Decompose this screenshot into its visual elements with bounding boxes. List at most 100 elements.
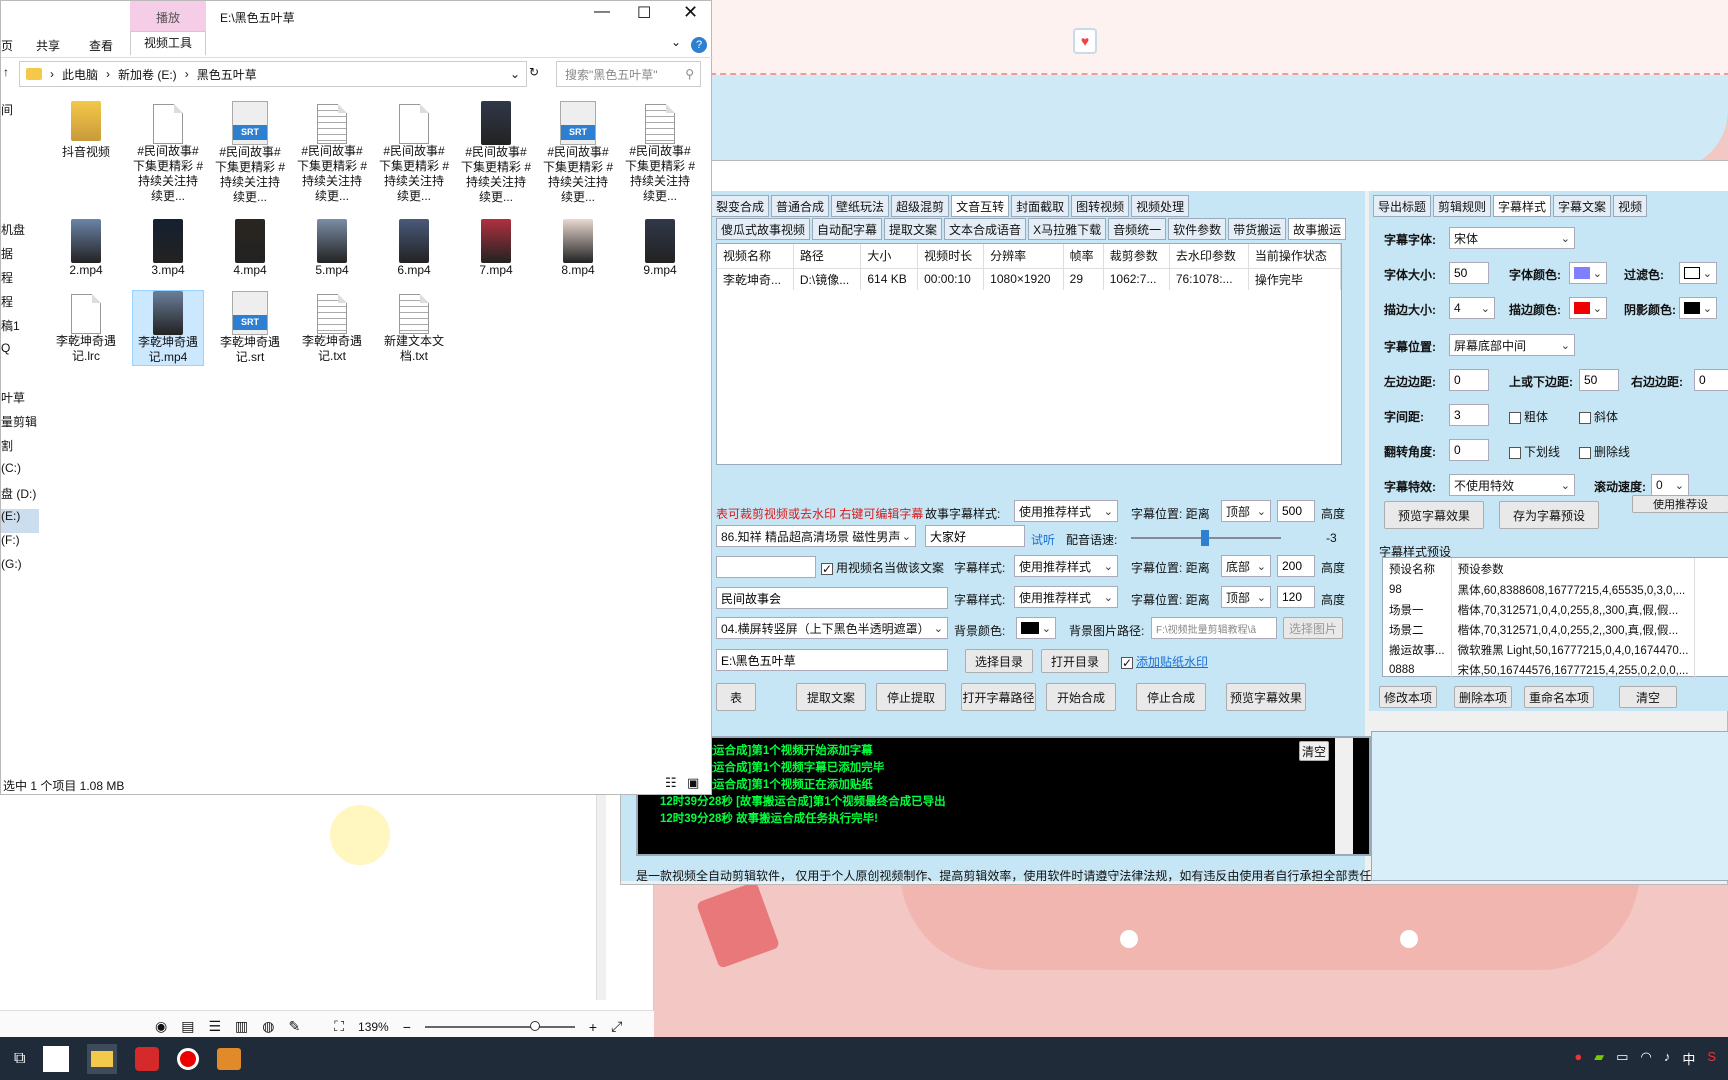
- nav-item[interactable]: 量剪辑: [1, 413, 39, 437]
- nav-item[interactable]: [1, 365, 39, 389]
- size-input[interactable]: [1449, 262, 1489, 284]
- file-item[interactable]: #民间故事#下集更精彩 #持续关注持续更...: [379, 101, 449, 204]
- edit-icon[interactable]: ✎: [288, 1018, 300, 1035]
- breadcrumb-folder[interactable]: 黑色五叶草: [197, 66, 257, 83]
- try-listen-link[interactable]: 试听: [1031, 531, 1055, 548]
- save-preset-button[interactable]: 存为字幕预设: [1499, 501, 1599, 529]
- nav-item[interactable]: 据: [1, 245, 39, 269]
- style-tab-2[interactable]: 字幕样式: [1493, 195, 1552, 217]
- voice-text-input[interactable]: [925, 525, 1025, 547]
- pos-input-1[interactable]: [1277, 500, 1315, 522]
- pos-input-3[interactable]: [1277, 586, 1315, 608]
- subtab-3[interactable]: 文本合成语音: [944, 218, 1027, 240]
- subtab-1[interactable]: 自动配字幕: [812, 218, 883, 240]
- preset-button-2[interactable]: 重命名本项: [1524, 686, 1594, 708]
- color-select[interactable]: [1569, 262, 1607, 284]
- filter-select[interactable]: [1679, 262, 1717, 284]
- nav-drive[interactable]: 盘 (D:): [1, 485, 39, 509]
- pos-select-1[interactable]: 顶部: [1221, 500, 1271, 522]
- left-margin-input[interactable]: [1449, 369, 1489, 391]
- close-icon[interactable]: ✕: [683, 2, 698, 23]
- style-select-2[interactable]: 使用推荐样式: [1014, 555, 1118, 577]
- preset-row[interactable]: 场景一 楷体,70,312571,0,4,0,255,8,,300,真,假,假..…: [1383, 600, 1696, 620]
- file-item[interactable]: SRT #民间故事#下集更精彩 #持续关注持续更...: [215, 101, 285, 205]
- nav-item[interactable]: 稿1: [1, 317, 39, 341]
- action-button-1[interactable]: 提取文案: [796, 683, 866, 711]
- zoom-in-icon[interactable]: +: [589, 1019, 597, 1035]
- video-app-icon[interactable]: [217, 1047, 242, 1070]
- tab-6[interactable]: 图转视频: [1071, 195, 1130, 217]
- nvidia-icon[interactable]: ▰: [1594, 1049, 1604, 1068]
- subtab-7[interactable]: 带货搬运: [1228, 218, 1287, 240]
- action-button-0[interactable]: 表: [716, 683, 756, 711]
- tab-2[interactable]: 壁纸玩法: [831, 195, 890, 217]
- title-input[interactable]: [716, 587, 948, 609]
- spacing-input[interactable]: [1449, 404, 1489, 426]
- file-item[interactable]: #民间故事#下集更精彩 #持续关注持续更...: [297, 101, 367, 204]
- voice-select[interactable]: 86.知祥 精品超高清场景 磁性男声: [716, 525, 916, 547]
- file-item[interactable]: 李乾坤奇遇记.lrc: [51, 291, 121, 364]
- record-icon[interactable]: [177, 1047, 200, 1070]
- taskbar-app-white[interactable]: [43, 1045, 70, 1072]
- subtab-2[interactable]: 提取文案: [884, 218, 943, 240]
- action-button-2[interactable]: 停止提取: [876, 683, 946, 711]
- tab-video-tools[interactable]: 视频工具: [130, 31, 206, 55]
- eye-icon[interactable]: ◉: [155, 1018, 167, 1035]
- tab-4[interactable]: 文音互转: [951, 195, 1010, 217]
- file-item[interactable]: 抖音视频: [51, 101, 121, 160]
- file-item[interactable]: 2.mp4: [51, 219, 121, 278]
- font-select[interactable]: 宋体: [1449, 227, 1575, 249]
- fullscreen-icon[interactable]: ⤢: [611, 1018, 622, 1035]
- file-item[interactable]: 7.mp4: [461, 219, 531, 278]
- dir-input[interactable]: [716, 649, 948, 671]
- log-scrollbar[interactable]: [1335, 738, 1353, 854]
- network-icon[interactable]: ◠: [1640, 1049, 1651, 1068]
- bold-checkbox[interactable]: 粗体: [1509, 408, 1548, 425]
- page-view-icon[interactable]: ▤: [181, 1018, 194, 1035]
- file-item[interactable]: SRT #民间故事#下集更精彩 #持续关注持续更...: [543, 101, 613, 205]
- action-button-5[interactable]: 停止合成: [1136, 683, 1206, 711]
- story-style-select[interactable]: 使用推荐样式: [1014, 500, 1118, 522]
- ribbon-expand-icon[interactable]: ⌄: [671, 35, 681, 49]
- bg-img-input[interactable]: [1151, 617, 1277, 639]
- up-icon[interactable]: ↑: [3, 65, 9, 79]
- explorer-play-tab[interactable]: 播放: [130, 1, 206, 31]
- italic-checkbox[interactable]: 斜体: [1579, 408, 1618, 425]
- scroll-speed-select[interactable]: 0: [1651, 474, 1689, 496]
- zoom-slider[interactable]: [424, 1020, 575, 1031]
- preset-button-1[interactable]: 删除本项: [1454, 686, 1512, 708]
- nav-item[interactable]: [1, 149, 39, 173]
- volume-icon[interactable]: ♪: [1664, 1049, 1671, 1068]
- underline-checkbox[interactable]: 下划线: [1509, 443, 1560, 460]
- pos-select-2[interactable]: 底部: [1221, 555, 1271, 577]
- file-item[interactable]: #民间故事#下集更精彩 #持续关注持续更...: [461, 101, 531, 205]
- copy-input[interactable]: [716, 556, 816, 578]
- effect-select[interactable]: 不使用特效: [1449, 474, 1575, 496]
- list-view-icon[interactable]: ☰: [208, 1018, 221, 1035]
- nav-item[interactable]: 程: [1, 293, 39, 317]
- subtab-4[interactable]: X马拉雅下载: [1028, 218, 1107, 240]
- subtab-5[interactable]: 音频统一: [1108, 218, 1167, 240]
- wps-icon[interactable]: [135, 1046, 160, 1071]
- nav-item[interactable]: 叶草: [1, 389, 39, 413]
- pos-input-2[interactable]: [1277, 555, 1315, 577]
- file-item[interactable]: 6.mp4: [379, 219, 449, 278]
- table-row[interactable]: 李乾坤奇... D:\镜像... 614 KB 00:00:10 1080×1920 29…: [717, 268, 1342, 290]
- tab-view[interactable]: 查看: [89, 37, 113, 54]
- layout-select[interactable]: 04.横屏转竖屏（上下黑色半透明遮罩）: [716, 617, 948, 639]
- preset-row[interactable]: 场景二 楷体,70,312571,0,4,0,255,2,,300,真,假,假..…: [1383, 620, 1696, 640]
- preset-row[interactable]: 0888 宋体,50,16744576,16777215,4,255,0,2,0,…: [1383, 660, 1696, 680]
- style-tab-0[interactable]: 导出标题: [1373, 195, 1432, 217]
- choose-dir-button[interactable]: 选择目录: [965, 649, 1033, 673]
- file-item[interactable]: #民间故事#下集更精彩 #持续关注持续更...: [625, 101, 695, 204]
- use-recommended-button[interactable]: 使用推荐设: [1632, 495, 1728, 513]
- tab-5[interactable]: 封面截取: [1011, 195, 1070, 217]
- right-margin-input[interactable]: [1694, 369, 1728, 391]
- zoom-level[interactable]: 139%: [358, 1020, 389, 1034]
- action-button-4[interactable]: 开始合成: [1046, 683, 1116, 711]
- task-view-icon[interactable]: ⧉: [14, 1050, 25, 1068]
- preset-row[interactable]: 搬运故事... 微软雅黑 Light,50,16777215,0,4,0,1674…: [1383, 640, 1696, 660]
- nav-item[interactable]: [1, 173, 39, 197]
- file-item[interactable]: 李乾坤奇遇记.txt: [297, 291, 367, 364]
- address-bar[interactable]: › 此电脑 › 新加卷 (E:) › 黑色五叶草 ⌄: [19, 61, 527, 87]
